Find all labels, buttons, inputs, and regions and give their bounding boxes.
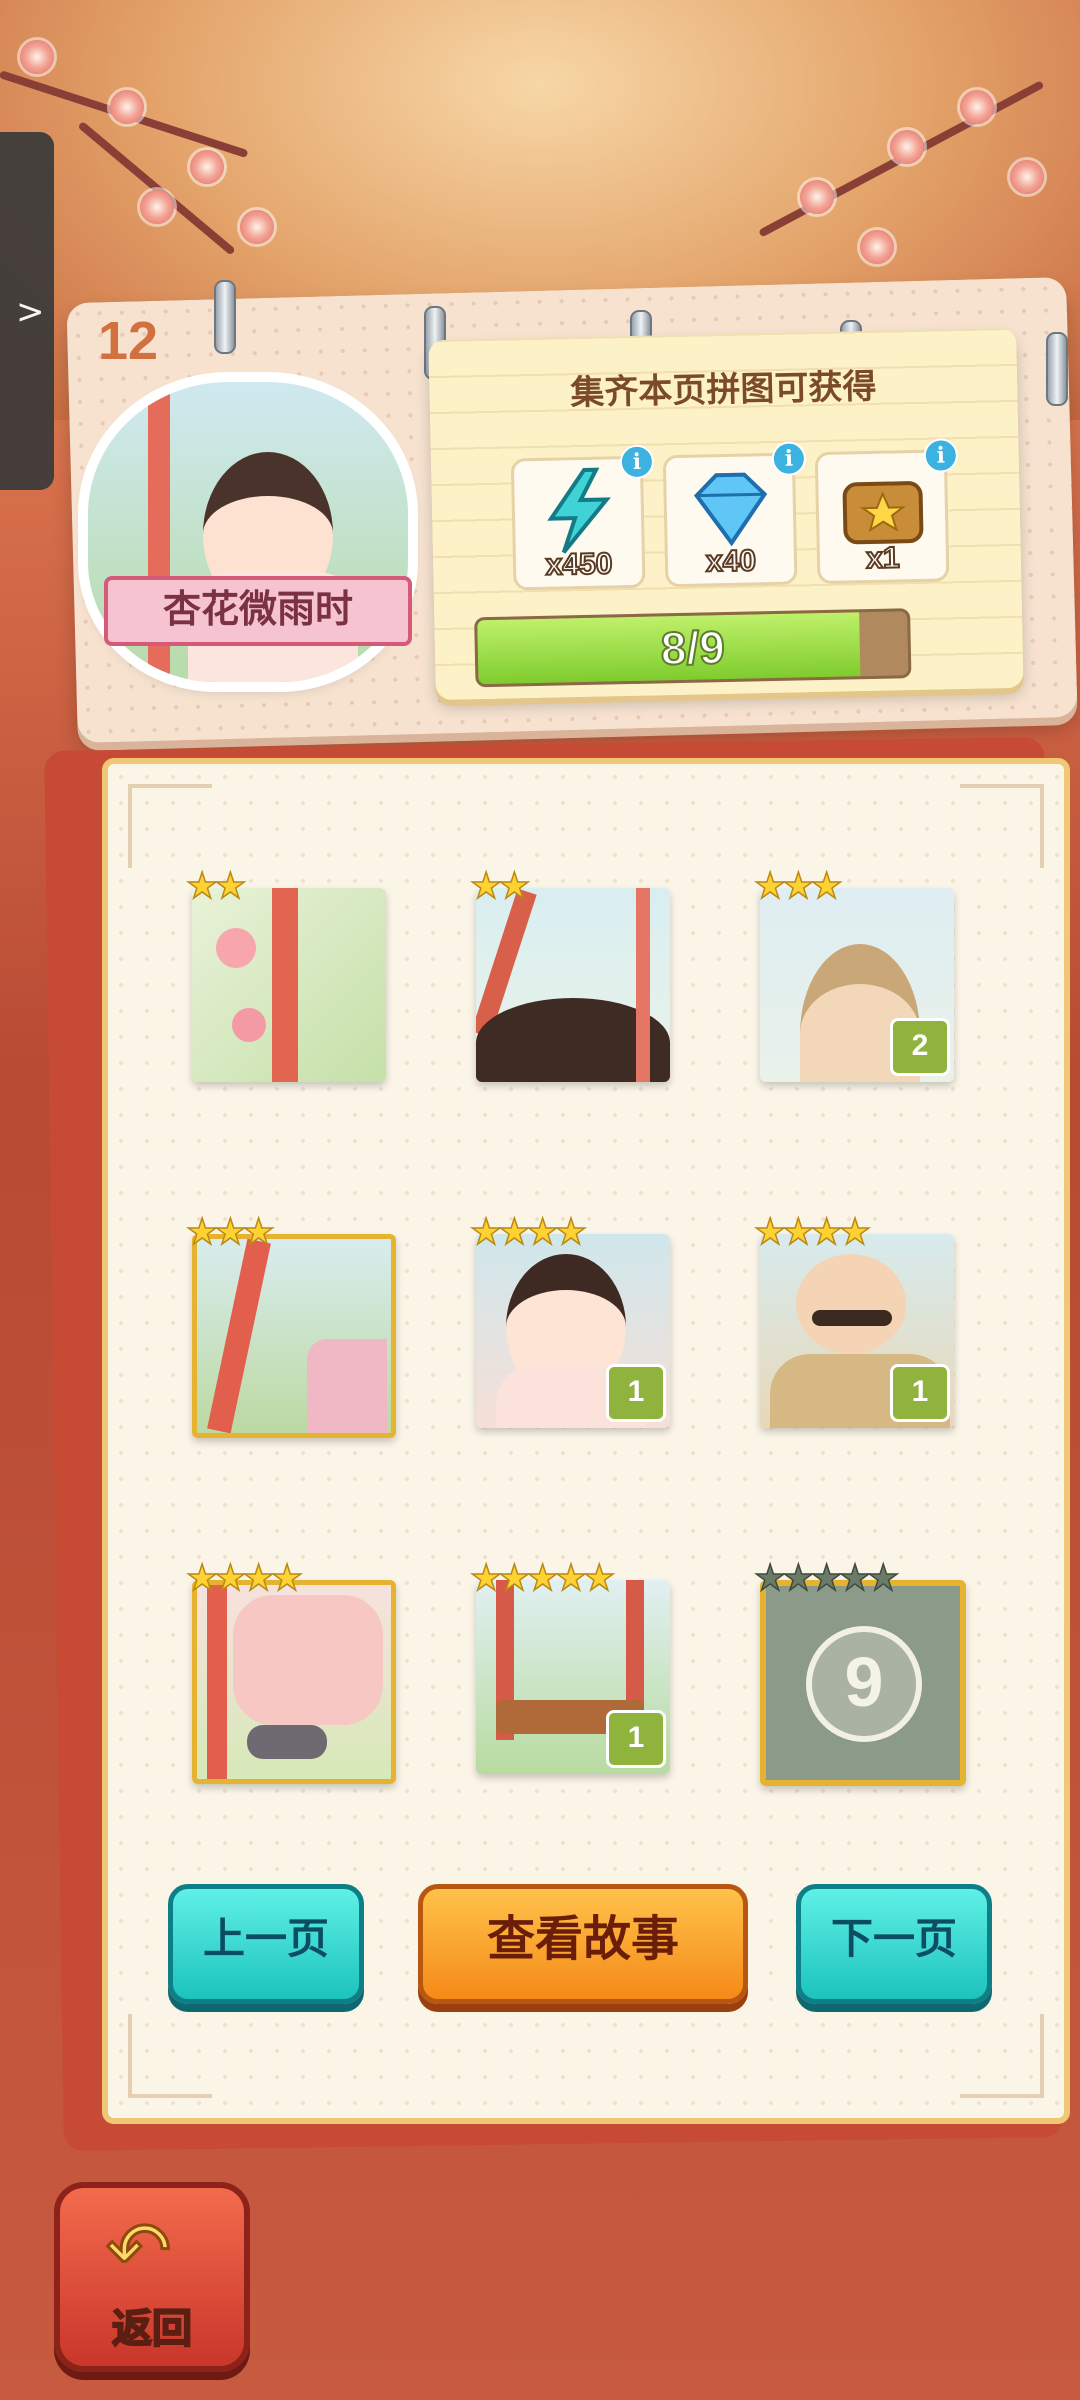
star-rating: ★★★★ bbox=[185, 1557, 304, 1600]
plum-blossom bbox=[190, 150, 224, 184]
duplicate-count-badge: 1 bbox=[890, 1364, 950, 1422]
puzzle-piece-2[interactable]: ★★ bbox=[469, 865, 674, 1082]
plum-blossom bbox=[20, 40, 54, 74]
info-icon[interactable]: i bbox=[923, 438, 959, 473]
star-rating: ★★ bbox=[469, 865, 531, 908]
puzzle-piece-9-locked[interactable]: ★★★★★ 9 bbox=[753, 1557, 966, 1786]
plum-blossom bbox=[800, 180, 834, 214]
info-icon[interactable]: i bbox=[771, 441, 807, 477]
plum-blossom bbox=[110, 90, 144, 124]
chevron-right-icon: > bbox=[16, 292, 45, 332]
star-rating: ★★★★★ bbox=[753, 1557, 900, 1600]
reward-panel: 集齐本页拼图可获得 x450 i x40 i x1 i 8/9 bbox=[428, 327, 1024, 701]
puzzle-piece-3[interactable]: ★★★ 2 bbox=[753, 865, 958, 1082]
reward-chest[interactable]: x1 i bbox=[814, 438, 959, 585]
reward-diamond[interactable]: x40 i bbox=[662, 441, 807, 588]
puzzle-piece-7[interactable]: ★★★★ bbox=[185, 1557, 396, 1784]
prev-page-button[interactable]: 上一页 bbox=[168, 1884, 364, 2004]
star-rating: ★★★ bbox=[185, 1211, 275, 1254]
diamond-icon bbox=[693, 472, 768, 547]
back-label: 返回 bbox=[111, 2305, 193, 2353]
star-rating: ★★★★ bbox=[469, 1211, 588, 1254]
binder-ring bbox=[1046, 332, 1068, 406]
plum-blossom bbox=[140, 190, 174, 224]
star-rating: ★★★★ bbox=[753, 1211, 872, 1254]
view-story-button[interactable]: 查看故事 bbox=[418, 1884, 748, 2004]
board-corner-ornament bbox=[128, 2014, 212, 2098]
board-corner-ornament bbox=[128, 784, 212, 868]
plum-blossom bbox=[890, 130, 924, 164]
duplicate-count-badge: 2 bbox=[890, 1018, 950, 1076]
puzzle-piece-6[interactable]: ★★★★ 1 bbox=[753, 1211, 958, 1428]
puzzle-piece-4[interactable]: ★★★ bbox=[185, 1211, 396, 1438]
progress-text: 8/9 bbox=[659, 620, 726, 675]
star-rating: ★★★ bbox=[753, 865, 843, 908]
side-drawer-tab[interactable]: > bbox=[0, 132, 54, 490]
puzzle-piece-8[interactable]: ★★★★★ 1 bbox=[469, 1557, 674, 1774]
puzzle-piece-5[interactable]: ★★★★ 1 bbox=[469, 1211, 674, 1428]
board-corner-ornament bbox=[960, 784, 1044, 868]
chapter-number: 12 bbox=[98, 311, 159, 371]
puzzle-piece-1[interactable]: ★★ bbox=[185, 865, 390, 1082]
board-corner-ornament bbox=[960, 2014, 1044, 2098]
duplicate-count-badge: 1 bbox=[606, 1710, 666, 1768]
star-rating: ★★★★★ bbox=[469, 1557, 616, 1600]
plum-blossom bbox=[1010, 160, 1044, 194]
binder-ring bbox=[214, 280, 236, 354]
plum-blossom bbox=[860, 230, 894, 264]
plum-blossom bbox=[240, 210, 274, 244]
next-page-button[interactable]: 下一页 bbox=[796, 1884, 992, 2004]
treasure-chest-icon bbox=[842, 481, 924, 545]
info-icon[interactable]: i bbox=[619, 444, 655, 480]
duplicate-count-badge: 1 bbox=[606, 1364, 666, 1422]
missing-piece-number: 9 bbox=[806, 1626, 922, 1742]
reward-title: 集齐本页拼图可获得 bbox=[570, 366, 877, 414]
star-rating: ★★ bbox=[185, 865, 247, 908]
reward-energy[interactable]: x450 i bbox=[510, 444, 655, 591]
chapter-title: 杏花微雨时 bbox=[104, 576, 412, 646]
energy-bolt-icon bbox=[547, 467, 611, 554]
return-arrow-icon: ↶ bbox=[104, 2205, 172, 2298]
plum-blossom bbox=[960, 90, 994, 124]
collection-progress-bar: 8/9 bbox=[474, 608, 912, 688]
back-button[interactable]: ↶ 返回 bbox=[54, 2182, 250, 2372]
